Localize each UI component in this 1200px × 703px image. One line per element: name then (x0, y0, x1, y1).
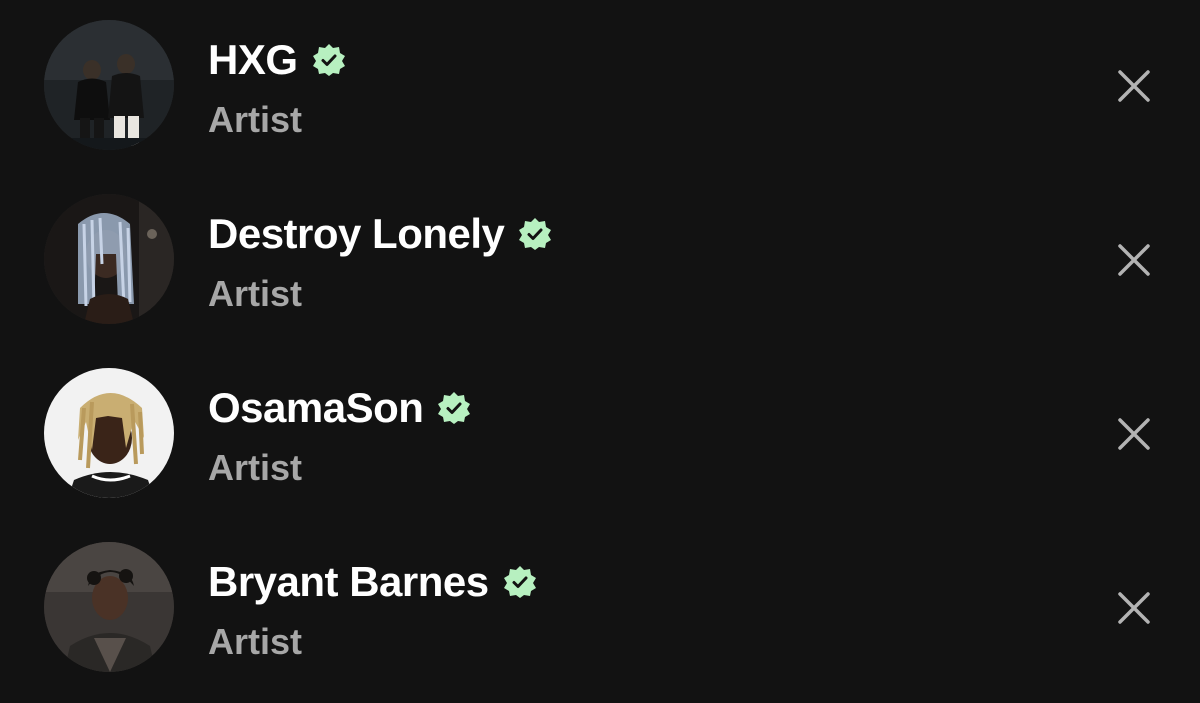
title-line: OsamaSon (208, 384, 471, 432)
list-item[interactable]: HXG Artist (0, 0, 1200, 174)
list-item[interactable]: Destroy Lonely Artist (0, 174, 1200, 348)
remove-button[interactable] (1108, 408, 1160, 460)
list-item[interactable]: Bryant Barnes Artist (0, 522, 1200, 696)
artist-name: HXG (208, 36, 298, 83)
item-subtitle: Artist (208, 273, 303, 314)
avatar (44, 368, 174, 498)
artist-name: OsamaSon (208, 384, 424, 431)
close-icon (1118, 70, 1150, 102)
remove-button[interactable] (1108, 582, 1160, 634)
recent-searches-list: HXG Artist Destroy Lonely Artist OsamaSo… (0, 0, 1200, 703)
avatar (44, 542, 174, 672)
title-line: HXG (208, 36, 346, 84)
remove-button[interactable] (1108, 234, 1160, 286)
close-icon (1118, 592, 1150, 624)
close-icon (1118, 244, 1150, 276)
verified-badge-icon (503, 565, 537, 599)
list-item[interactable]: OsamaSon Artist (0, 348, 1200, 522)
item-subtitle: Artist (208, 621, 303, 662)
item-subtitle: Artist (208, 447, 303, 488)
remove-button[interactable] (1108, 60, 1160, 112)
artist-name: Destroy Lonely (208, 210, 505, 257)
title-line: Destroy Lonely (208, 210, 552, 258)
artist-name: Bryant Barnes (208, 558, 489, 605)
avatar (44, 20, 174, 150)
close-icon (1118, 418, 1150, 450)
verified-badge-icon (437, 391, 471, 425)
title-line: Bryant Barnes (208, 558, 537, 606)
item-subtitle: Artist (208, 99, 303, 140)
verified-badge-icon (518, 217, 552, 251)
verified-badge-icon (312, 43, 346, 77)
avatar (44, 194, 174, 324)
